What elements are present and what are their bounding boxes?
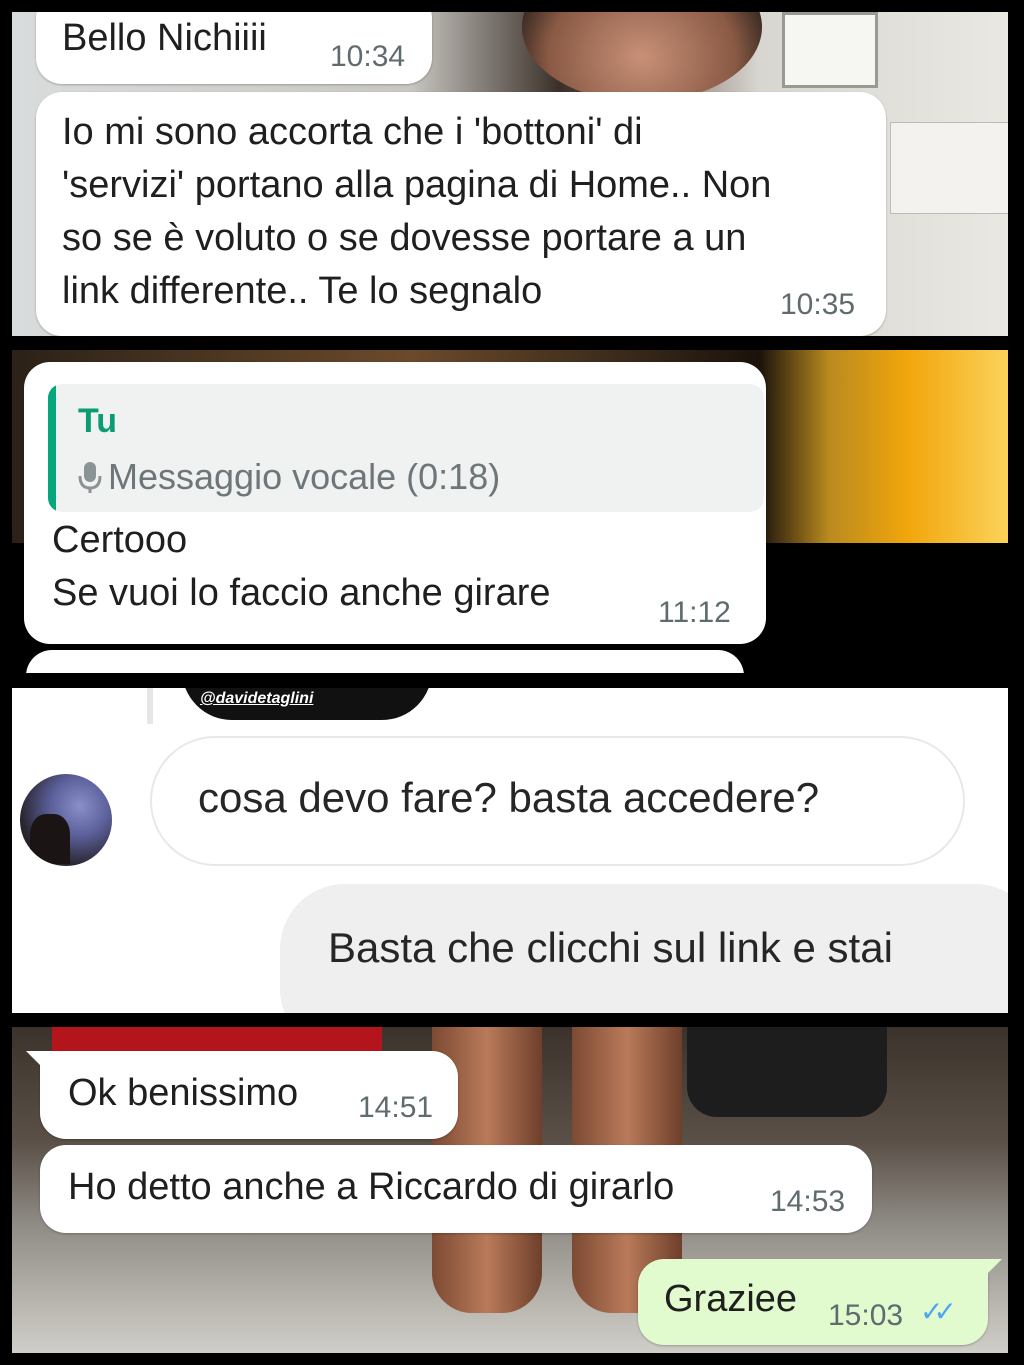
message-time: 10:35 xyxy=(780,288,856,321)
read-receipt-icon: ✓✓ xyxy=(920,1296,957,1327)
chat-screenshot-1: Bello Nichiiii 10:34 Io mi sono accorta … xyxy=(12,12,1008,336)
message-text: cosa devo fare? basta accedere? xyxy=(198,774,820,821)
message-text: Graziee xyxy=(664,1278,798,1320)
quoted-message[interactable]: Tu Messaggio vocale (0:18) xyxy=(48,384,764,512)
received-message-bubble[interactable]: cosa devo fare? basta accedere? xyxy=(150,736,965,866)
quote-accent-bar xyxy=(48,384,56,512)
message-text: Basta che clicchi sul link e stai xyxy=(328,924,893,971)
chat-screenshot-3: foto @davidetaglini cosa devo fare? bast… xyxy=(12,688,1008,1013)
quote-sender: Tu xyxy=(78,402,118,440)
background-photo-face xyxy=(522,12,762,102)
message-time: 11:12 xyxy=(658,596,731,629)
background-shorts xyxy=(687,1027,887,1117)
message-bubble[interactable]: Io mi sono accorta che i 'bottoni' di 's… xyxy=(36,92,886,336)
quote-body: Messaggio vocale (0:18) xyxy=(78,456,500,498)
message-text: Io mi sono accorta che i 'bottoni' di 's… xyxy=(62,111,772,312)
photo-credit-handle[interactable]: @davidetaglini xyxy=(200,690,313,707)
divider xyxy=(147,688,153,724)
message-bubble[interactable]: Ho detto anche a Riccardo di girarlo 14:… xyxy=(40,1145,872,1233)
message-bubble[interactable]: Bello Nichiiii 10:34 xyxy=(36,12,432,84)
mic-icon xyxy=(78,462,102,493)
background-window xyxy=(782,12,878,88)
message-time: 14:53 xyxy=(770,1185,846,1218)
background-sign xyxy=(890,122,1008,214)
quote-text: Messaggio vocale (0:18) xyxy=(108,456,501,497)
sent-message-bubble[interactable]: Graziee 15:03 ✓✓ xyxy=(638,1259,1002,1345)
avatar[interactable] xyxy=(20,774,112,866)
message-bubble-partial[interactable] xyxy=(26,650,744,673)
message-time: 15:03 xyxy=(828,1299,904,1332)
reply-message-bubble[interactable]: Tu Messaggio vocale (0:18) Certooo Se vu… xyxy=(24,362,766,644)
sent-message-bubble[interactable]: Basta che clicchi sul link e stai xyxy=(280,884,1008,1013)
message-text: Ho detto anche a Riccardo di girarlo xyxy=(68,1166,675,1208)
message-text: Bello Nichiiii xyxy=(62,17,267,59)
message-text: Ok benissimo xyxy=(68,1072,299,1114)
message-time: 10:34 xyxy=(330,40,406,73)
photo-credit-tag: foto @davidetaglini xyxy=(182,688,432,739)
message-bubble[interactable]: Ok benissimo 14:51 xyxy=(26,1051,458,1139)
message-text: Certooo Se vuoi lo faccio anche girare xyxy=(52,519,551,614)
message-time: 14:51 xyxy=(358,1091,434,1124)
chat-screenshot-2: Tu Messaggio vocale (0:18) Certooo Se vu… xyxy=(12,350,1008,673)
chat-screenshot-4: Ok benissimo 14:51 Ho detto anche a Ricc… xyxy=(12,1027,1008,1353)
